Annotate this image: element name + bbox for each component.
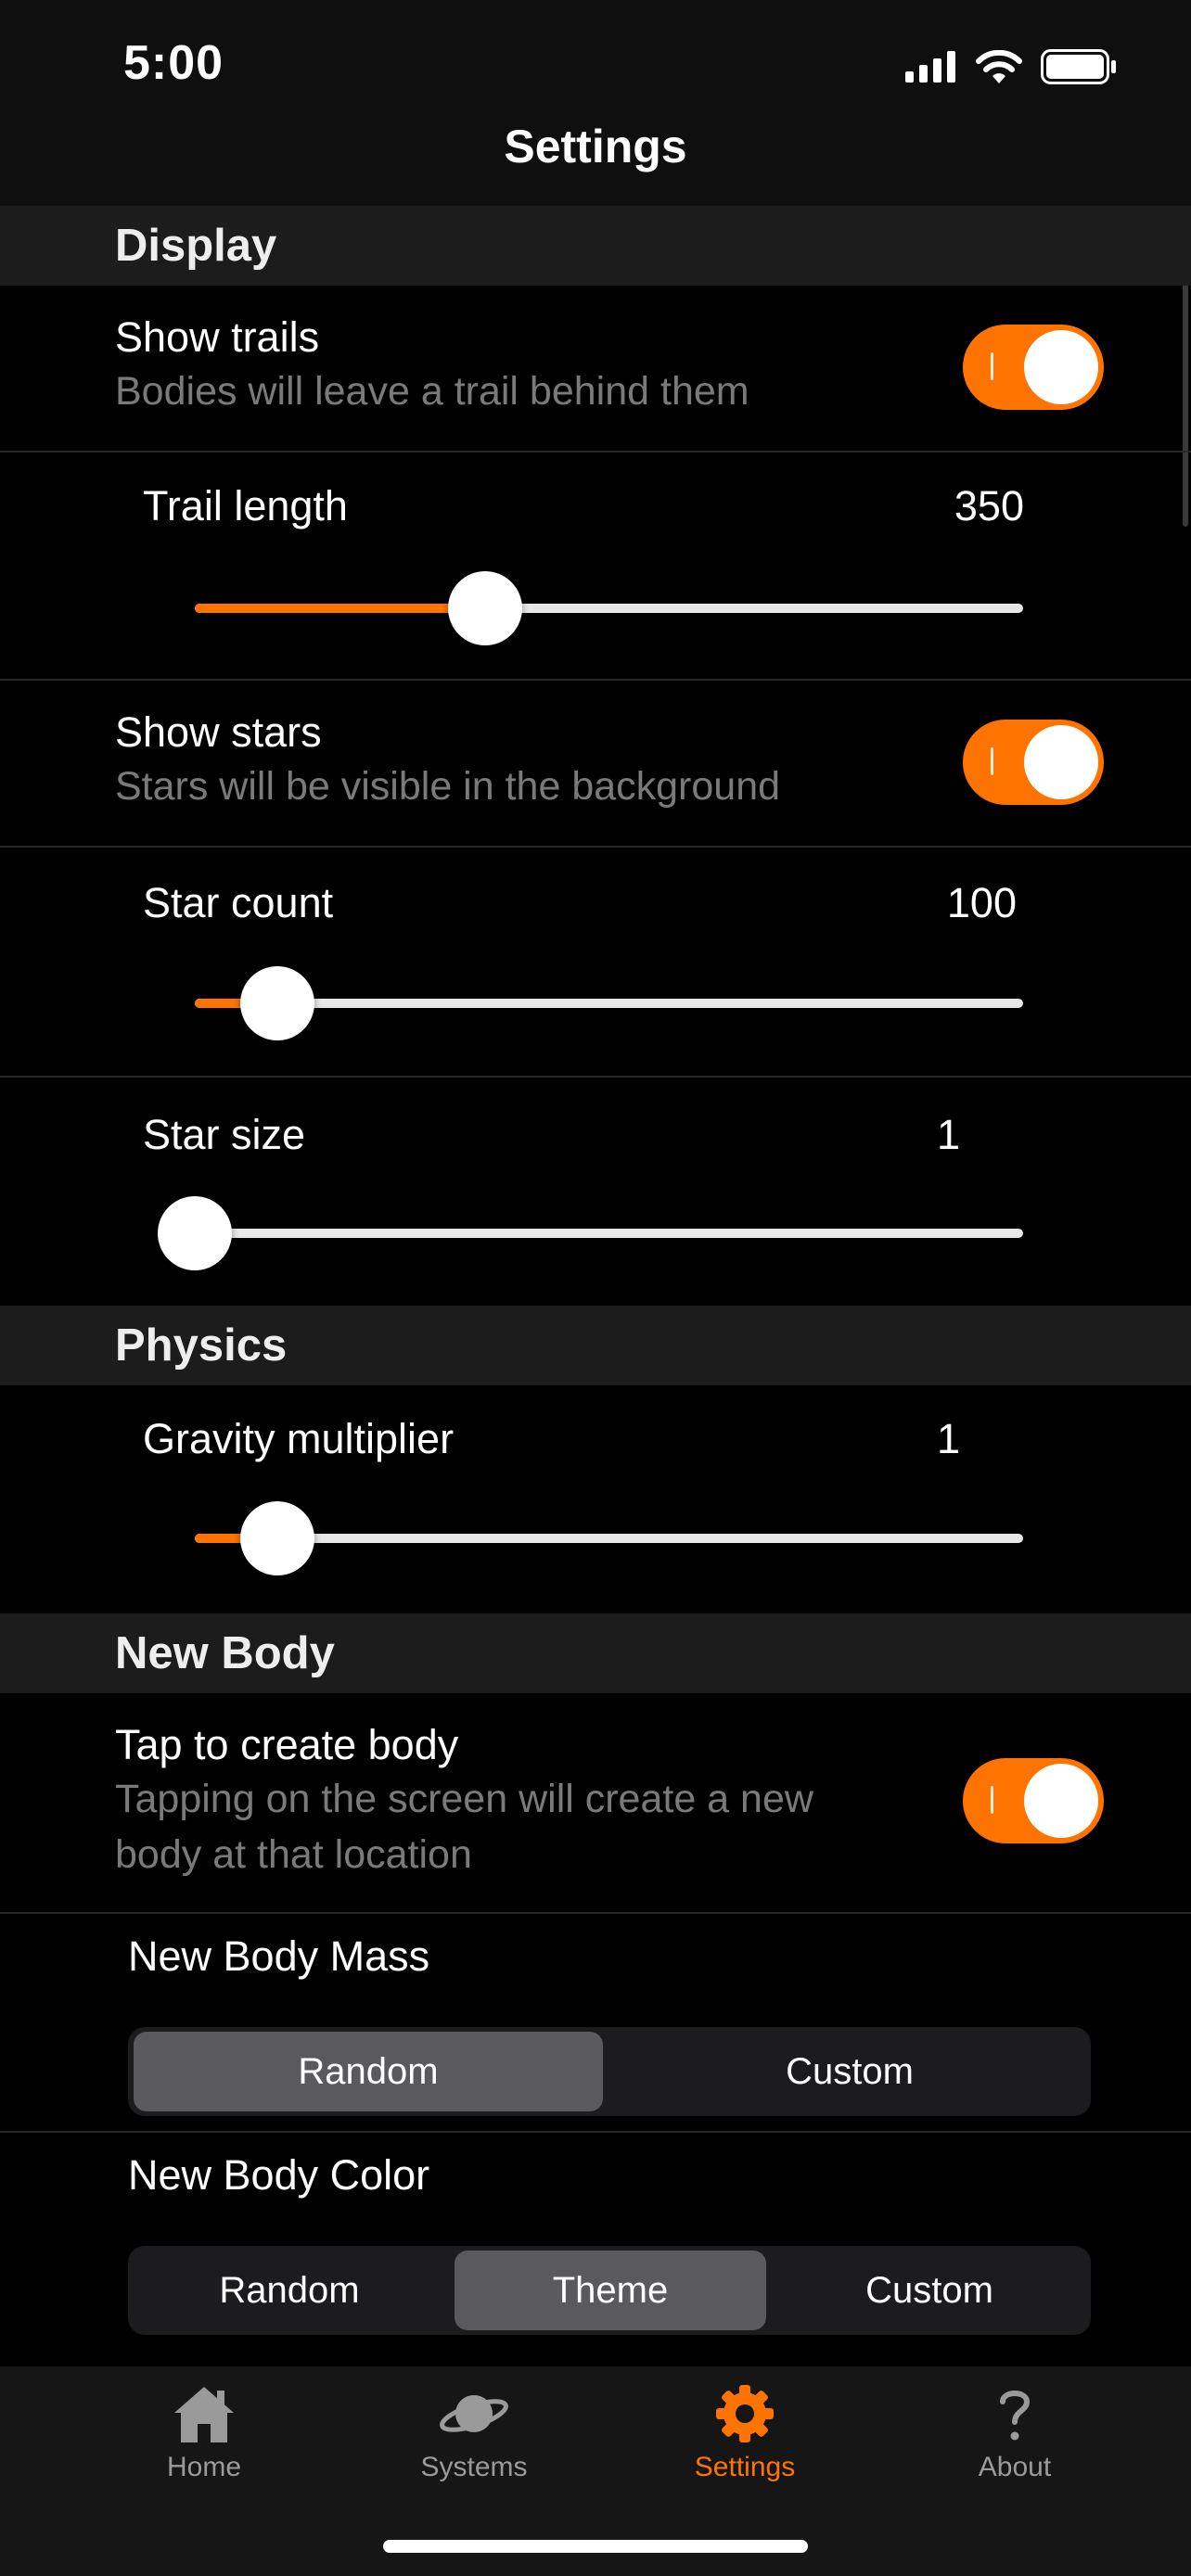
tap-to-create-subtitle-line2: body at that location (115, 1832, 472, 1877)
show-trails-row[interactable]: Show trails Bodies will leave a trail be… (0, 286, 1191, 453)
tap-to-create-title: Tap to create body (115, 1721, 459, 1768)
star-size-value: 1 (937, 1111, 961, 1158)
tab-home[interactable]: Home (93, 2383, 315, 2494)
show-trails-subtitle: Bodies will leave a trail behind them (115, 369, 749, 414)
show-trails-toggle[interactable] (963, 325, 1104, 410)
slider-thumb[interactable] (240, 966, 314, 1040)
gravity-multiplier-label: Gravity multiplier (143, 1415, 455, 1462)
show-stars-subtitle: Stars will be visible in the background (115, 764, 781, 809)
trail-length-label: Trail length (143, 482, 348, 529)
section-header-physics: Physics (0, 1306, 1191, 1385)
star-count-value: 100 (946, 879, 1017, 926)
tab-systems[interactable]: Systems (363, 2383, 585, 2494)
mass-segment-custom[interactable]: Custom (614, 2032, 1085, 2111)
toggle-on-mark (991, 1786, 993, 1814)
navigation-bar: Settings (0, 121, 1191, 206)
toggle-knob (1024, 1764, 1098, 1838)
tap-to-create-row[interactable]: Tap to create body Tapping on the screen… (0, 1693, 1191, 1914)
slider-fill (195, 604, 485, 613)
section-title-display: Display (115, 221, 277, 271)
new-body-mass-segmented-control: Random Custom (128, 2027, 1091, 2116)
tab-label-home: Home (166, 2452, 242, 2482)
gravity-multiplier-row: Gravity multiplier 1 (0, 1385, 1191, 1613)
status-time: 5:00 (123, 36, 224, 90)
new-body-color-segmented-control: Random Theme Custom (128, 2246, 1091, 2335)
tab-about[interactable]: About (903, 2383, 1126, 2494)
tap-to-create-subtitle-line1: Tapping on the screen will create a new (115, 1777, 813, 1821)
star-size-label: Star size (143, 1111, 306, 1158)
show-stars-toggle[interactable] (963, 720, 1104, 805)
mass-segment-random[interactable]: Random (134, 2032, 603, 2111)
slider-thumb[interactable] (158, 1196, 232, 1270)
slider-thumb[interactable] (448, 571, 522, 645)
section-header-display: Display (0, 206, 1191, 286)
star-count-label: Star count (143, 879, 334, 926)
new-body-color-row: New Body Color Random Theme Custom (0, 2133, 1191, 2366)
cellular-signal-icon (905, 51, 955, 83)
star-size-slider[interactable] (158, 1196, 1023, 1270)
show-trails-title: Show trails (115, 313, 320, 361)
star-size-row: Star size 1 (0, 1078, 1191, 1306)
color-segment-custom[interactable]: Custom (774, 2251, 1085, 2330)
status-bar: 5:00 (0, 0, 1191, 121)
slider-thumb[interactable] (240, 1501, 314, 1575)
star-count-row: Star count 100 (0, 848, 1191, 1078)
gear-icon (716, 2385, 774, 2442)
gravity-multiplier-slider[interactable] (195, 1501, 1023, 1575)
toggle-on-mark (991, 352, 993, 380)
color-segment-theme[interactable]: Theme (455, 2251, 766, 2330)
planet-icon (440, 2395, 508, 2432)
trail-length-row: Trail length 350 (0, 453, 1191, 681)
show-stars-title: Show stars (115, 708, 322, 756)
trail-length-value: 350 (954, 482, 1024, 529)
question-mark-icon (1000, 2391, 1031, 2441)
toggle-knob (1024, 725, 1098, 799)
page-title: Settings (504, 121, 687, 172)
home-indicator[interactable] (383, 2540, 808, 2553)
section-header-new-body: New Body (0, 1613, 1191, 1693)
house-icon (174, 2387, 234, 2442)
new-body-mass-row: New Body Mass Random Custom (0, 1914, 1191, 2133)
toggle-knob (1024, 330, 1098, 404)
new-body-color-label: New Body Color (128, 2151, 430, 2199)
status-icons (905, 46, 1117, 87)
tab-label-settings: Settings (694, 2452, 796, 2482)
star-count-slider[interactable] (195, 966, 1023, 1040)
tap-to-create-toggle[interactable] (963, 1758, 1104, 1843)
tab-label-systems: Systems (420, 2452, 528, 2482)
battery-icon (1041, 49, 1116, 84)
color-segment-random[interactable]: Random (134, 2251, 445, 2330)
toggle-on-mark (991, 747, 993, 775)
tab-label-about: About (978, 2452, 1052, 2482)
section-title-new-body: New Body (115, 1628, 335, 1678)
gravity-multiplier-value: 1 (937, 1415, 961, 1462)
wifi-icon (976, 50, 1022, 83)
trail-length-slider[interactable] (195, 571, 1023, 645)
show-stars-row[interactable]: Show stars Stars will be visible in the … (0, 681, 1191, 848)
new-body-mass-label: New Body Mass (128, 1932, 430, 1980)
section-title-physics: Physics (115, 1320, 288, 1371)
tab-settings[interactable]: Settings (634, 2383, 856, 2494)
